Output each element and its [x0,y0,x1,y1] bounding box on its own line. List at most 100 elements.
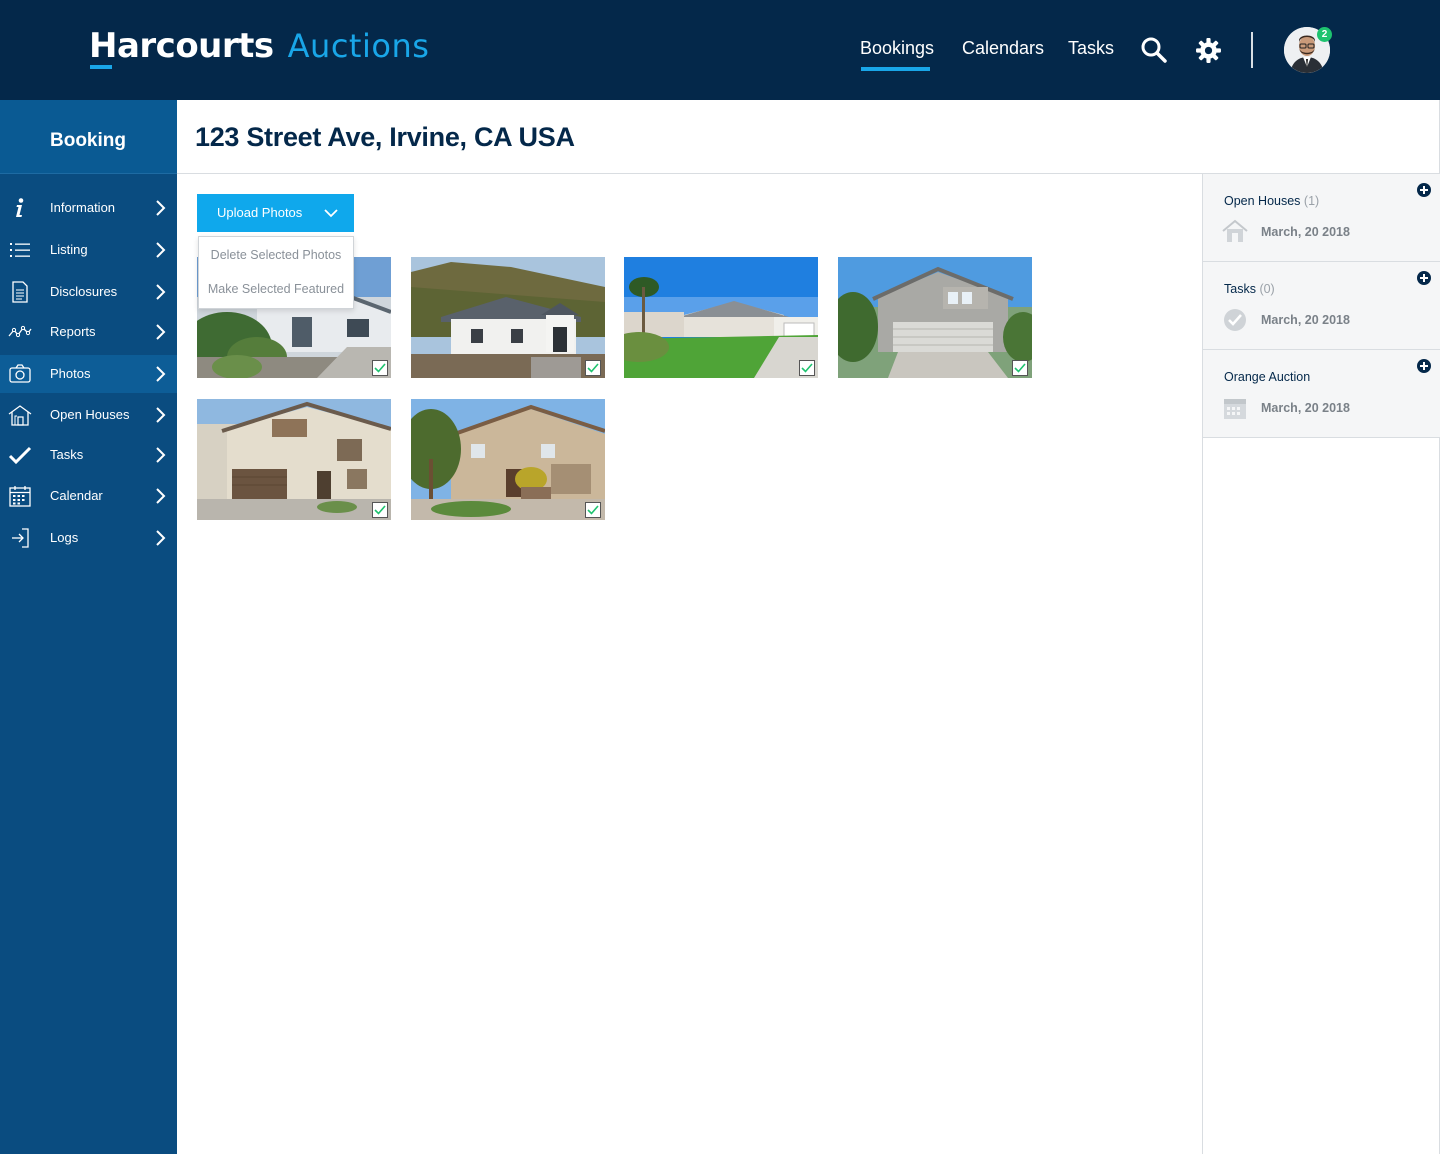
add-auction-button[interactable] [1417,359,1431,373]
logo-accent [90,65,112,69]
list-icon [10,243,30,257]
photo-checkbox[interactable] [1012,360,1028,376]
nav-tasks[interactable]: Tasks [1068,38,1114,59]
delete-selected-photos-item[interactable]: Delete Selected Photos [199,238,353,272]
sidebar: Booking Information Listing Disclosures … [0,100,177,1154]
page-header: 123 Street Ave, Irvine, CA USA [177,100,1440,174]
sidebar-item-label: Reports [50,324,96,339]
sidebar-item-reports[interactable]: Reports [0,313,177,351]
nav-active-indicator [861,67,930,71]
sidebar-item-disclosures[interactable]: Disclosures [0,273,177,311]
search-icon[interactable] [1140,36,1168,64]
info-icon [16,198,24,217]
photo-checkbox[interactable] [585,502,601,518]
sidebar-title: Booking [50,130,126,151]
photo-thumbnail[interactable] [411,257,605,378]
camera-icon [9,364,31,383]
nav-bookings[interactable]: Bookings [860,38,934,59]
logo-sub: Auctions [287,27,430,65]
chevron-right-icon [156,242,166,258]
checkmark-icon [587,505,599,515]
photo-thumbnail[interactable] [411,399,605,520]
open-houses-card: Open Houses (1) March, 20 2018 [1203,174,1440,262]
sidebar-item-label: Logs [50,530,79,545]
card-date: March, 20 2018 [1261,225,1350,239]
card-title-text: Tasks [1224,282,1256,296]
calendar-icon [9,486,31,507]
chevron-right-icon [156,488,166,504]
photo-checkbox[interactable] [372,360,388,376]
upload-photos-label: Upload Photos [217,205,303,220]
chevron-right-icon [156,284,166,300]
notification-badge: 2 [1317,27,1332,42]
house-photo [197,399,391,520]
sidebar-item-label: Tasks [50,447,84,462]
checkmark-icon [1014,363,1026,373]
card-title[interactable]: Tasks (0) [1224,282,1275,296]
sidebar-item-label: Listing [50,242,88,257]
chevron-right-icon [156,366,166,382]
sidebar-item-open-houses[interactable]: Open Houses [0,396,177,434]
calendar-icon [1224,399,1246,419]
checkmark-icon [374,363,386,373]
checkmark-icon [587,363,599,373]
page-title: 123 Street Ave, Irvine, CA USA [195,122,575,152]
sidebar-header: Booking [0,100,177,174]
photo-checkbox[interactable] [372,502,388,518]
photo-thumbnail[interactable] [838,257,1032,378]
logo[interactable]: Harcourts Auctions [89,26,429,70]
make-selected-featured-item[interactable]: Make Selected Featured [199,272,353,306]
upload-dropdown-menu: Delete Selected Photos Make Selected Fea… [198,236,354,309]
chevron-right-icon [156,407,166,423]
house-photo [411,257,605,378]
add-task-button[interactable] [1417,271,1431,285]
sidebar-item-photos[interactable]: Photos [0,355,177,393]
house-icon [1222,219,1248,242]
gear-icon[interactable] [1195,37,1222,64]
photo-checkbox[interactable] [585,360,601,376]
photo-thumbnail[interactable] [197,399,391,520]
orange-auction-card: Orange Auction March, 20 2018 [1203,350,1440,438]
nav-divider [1251,32,1253,68]
checkmark-icon [8,446,32,465]
sidebar-item-label: Photos [50,366,91,381]
photo-thumbnail[interactable] [624,257,818,378]
tasks-card: Tasks (0) March, 20 2018 [1203,262,1440,350]
sidebar-item-logs[interactable]: Logs [0,519,177,557]
card-date: March, 20 2018 [1261,313,1350,327]
add-open-house-button[interactable] [1417,183,1431,197]
sidebar-item-label: Open Houses [50,407,130,422]
chevron-right-icon [156,200,166,216]
sidebar-item-calendar[interactable]: Calendar [0,477,177,515]
card-title[interactable]: Open Houses (1) [1224,194,1319,208]
chevron-right-icon [156,447,166,463]
logo-main: Harcourts [89,26,274,66]
sidebar-item-label: Disclosures [50,284,118,299]
sidebar-item-tasks[interactable]: Tasks [0,436,177,474]
right-panel: Open Houses (1) March, 20 2018 Tasks (0)… [1202,174,1440,1154]
card-count: (0) [1259,282,1275,296]
sidebar-item-label: Information [50,200,116,215]
card-title-text: Open Houses [1224,194,1301,208]
chevron-down-icon[interactable] [323,206,339,220]
logout-icon [12,528,29,548]
house-photo [838,257,1032,378]
top-bar: Harcourts Auctions Bookings Calendars Ta… [0,0,1440,100]
nav-calendars[interactable]: Calendars [962,38,1044,59]
document-icon [12,281,28,303]
chart-line-icon [8,325,32,338]
card-count: (1) [1303,194,1320,208]
photo-checkbox[interactable] [799,360,815,376]
upload-photos-button[interactable]: Upload Photos [197,194,354,232]
card-date: March, 20 2018 [1261,401,1350,415]
check-circle-icon [1224,309,1246,331]
house-photo [411,399,605,520]
house-icon [8,405,32,426]
checkmark-icon [801,363,813,373]
sidebar-item-listing[interactable]: Listing [0,231,177,269]
chevron-right-icon [156,530,166,546]
sidebar-item-information[interactable]: Information [0,189,177,227]
card-title[interactable]: Orange Auction [1224,370,1310,384]
house-photo [624,257,818,378]
chevron-right-icon [156,324,166,340]
